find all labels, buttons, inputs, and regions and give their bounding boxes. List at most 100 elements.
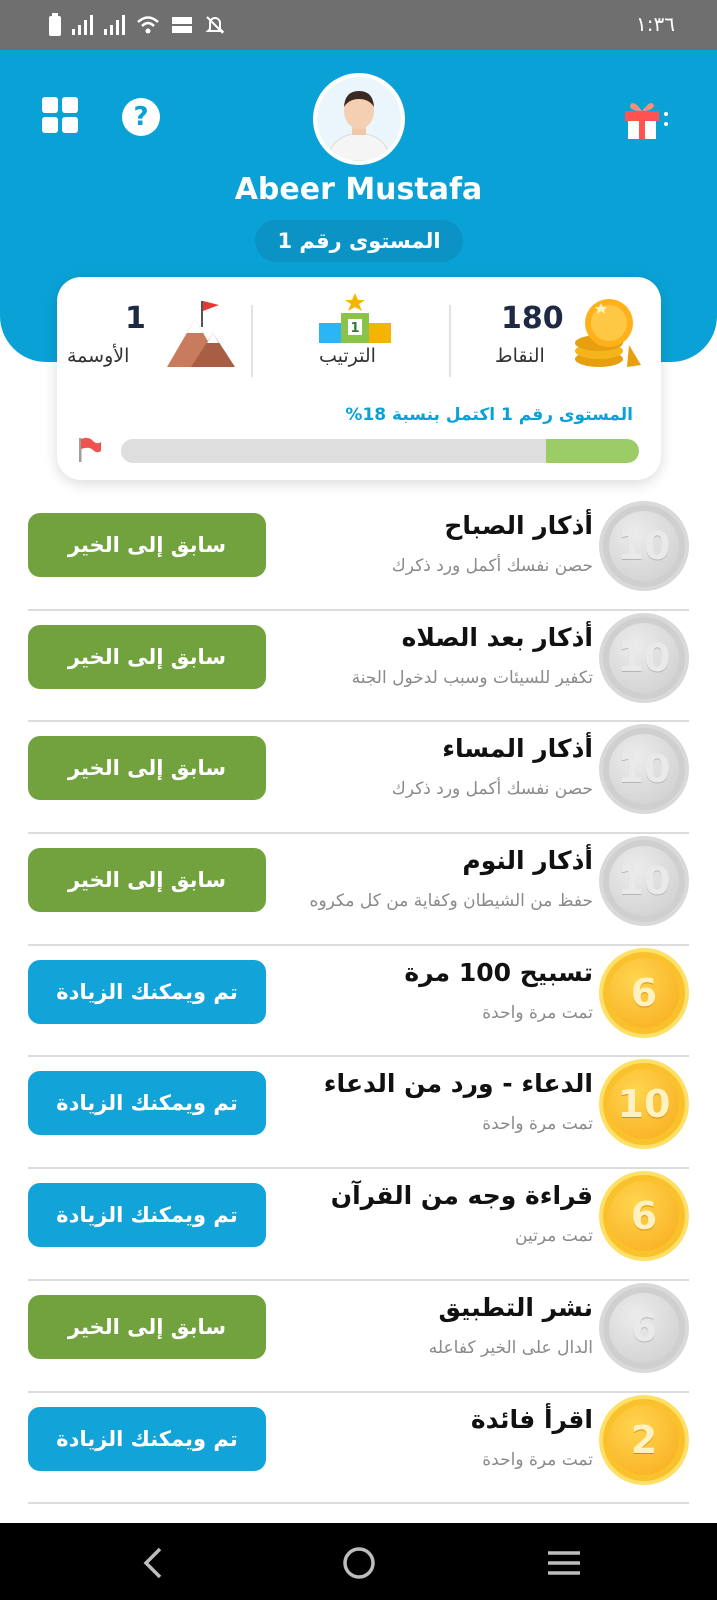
home-button[interactable]: [337, 1541, 381, 1585]
activity-row[interactable]: سابق إلى الخير أذكار النوم حفظ من الشيطان …: [28, 834, 689, 946]
activity-title: أذكار المساء: [442, 734, 593, 764]
activity-subtitle: تكفير للسيئات وسبب لدخول الجنة: [351, 667, 593, 688]
level-badge: المستوى رقم 1: [255, 220, 463, 262]
badges-value: 1: [125, 301, 146, 336]
start-good-deed-button[interactable]: سابق إلى الخير: [28, 1294, 266, 1359]
wifi-icon: [137, 16, 159, 34]
activity-points: 6: [630, 970, 658, 1015]
start-good-deed-button[interactable]: سابق إلى الخير: [28, 848, 266, 913]
activity-points: 2: [630, 1417, 658, 1462]
activity-title: اقرأ فائدة: [470, 1404, 593, 1434]
user-name: Abeer Mustafa: [234, 172, 483, 207]
activity-points: 10: [617, 635, 671, 680]
gift-icon: [625, 102, 668, 139]
points-coin-icon: 10: [599, 1059, 689, 1150]
activity-title: نشر التطبيق: [438, 1292, 593, 1322]
user-avatar-icon: [317, 77, 401, 161]
badges-label: الأوسمة: [67, 345, 130, 367]
activity-title: أذكار الصباح: [444, 511, 593, 540]
stats-card: 1 الأوسمة 1 الترتيب 180 النقاط المستوى ر…: [57, 277, 661, 480]
battery-icon: [49, 13, 61, 36]
gift-button[interactable]: [622, 96, 672, 140]
points-label: النقاط: [495, 345, 545, 367]
coins-icon: [575, 299, 641, 367]
activity-subtitle: تمت مرة واحدة: [482, 1114, 593, 1135]
mountain-flag-icon: [167, 301, 235, 367]
activity-row[interactable]: تم ويمكنك الزيادة تسبيح 100 مرة تمت مرة وا…: [28, 946, 689, 1058]
activity-subtitle: حصن نفسك أكمل ورد ذكرك: [391, 779, 593, 800]
activity-subtitle: تمت مرتين: [515, 1226, 593, 1247]
activity-title: تسبيح 100 مرة: [404, 957, 593, 987]
points-coin-icon: 2: [599, 1394, 689, 1485]
done-add-more-button[interactable]: تم ويمكنك الزيادة: [28, 1071, 266, 1136]
activity-subtitle: حصن نفسك أكمل ورد ذكرك: [391, 556, 593, 576]
activity-subtitle: تمت مرة واحدة: [482, 1002, 593, 1023]
signal-icon: [104, 15, 125, 35]
recents-button[interactable]: [542, 1541, 586, 1585]
stats-divider: [251, 305, 253, 377]
level-progress-fill: [545, 439, 639, 463]
rank-badge: 1: [350, 321, 360, 336]
start-good-deed-button[interactable]: سابق إلى الخير: [28, 624, 266, 689]
menu-lines-icon: [548, 1551, 580, 1575]
flag-icon: [79, 437, 101, 462]
points-coin-icon: 6: [599, 1171, 689, 1262]
mute-icon: [205, 16, 225, 34]
stats-divider: [449, 305, 451, 377]
points-coin-icon: 10: [599, 724, 689, 815]
app-screen: ١:٣٦ ? Abeer Mustafa المستوى رقم 1 1 الأ…: [0, 0, 717, 1600]
activity-title: أذكار بعد الصلاه: [401, 622, 593, 652]
done-add-more-button[interactable]: تم ويمكنك الزيادة: [28, 1406, 266, 1471]
points-coin-icon: 10: [599, 836, 689, 927]
start-good-deed-button[interactable]: سابق إلى الخير: [28, 736, 266, 801]
activity-row[interactable]: تم ويمكنك الزيادة قراءة وجه من القرآن تمت …: [28, 1169, 689, 1281]
help-button[interactable]: ?: [122, 98, 160, 136]
activity-subtitle: حفظ من الشيطان وكفاية من كل مكروه: [309, 891, 593, 912]
start-good-deed-button[interactable]: سابق إلى الخير: [28, 513, 266, 577]
activity-row[interactable]: تم ويمكنك الزيادة اقرأ فائدة تمت مرة واحدة…: [28, 1393, 689, 1505]
activity-points: 10: [617, 859, 671, 904]
grid-icon: [42, 97, 78, 133]
level-progress-bar: [121, 439, 639, 463]
rank-label: الترتيب: [319, 345, 376, 367]
activity-row[interactable]: سابق إلى الخير أذكار الصباح حصن نفسك أكمل …: [28, 499, 689, 611]
activity-points: 10: [617, 747, 671, 792]
activity-points: 10: [617, 524, 671, 568]
activity-list: سابق إلى الخير أذكار الصباح حصن نفسك أكمل …: [0, 499, 717, 1505]
podium-icon: [319, 293, 391, 343]
activity-points: 6: [630, 1305, 658, 1350]
activity-title: أذكار النوم: [462, 846, 593, 876]
status-time: ١:٣٦: [636, 12, 675, 36]
done-add-more-button[interactable]: تم ويمكنك الزيادة: [28, 1183, 266, 1248]
rank-stat[interactable]: 1 الترتيب: [269, 291, 443, 391]
home-icon: [343, 1547, 375, 1579]
done-add-more-button[interactable]: تم ويمكنك الزيادة: [28, 959, 266, 1024]
activity-row[interactable]: سابق إلى الخير أذكار بعد الصلاه تكفير للسي…: [28, 611, 689, 723]
points-coin-icon: 10: [599, 612, 689, 703]
activity-subtitle: تمت مرة واحدة: [482, 1449, 593, 1470]
points-value: 180: [501, 301, 564, 336]
activity-title: الدعاء - ورد من الدعاء: [323, 1069, 593, 1099]
status-icons: [48, 12, 226, 38]
back-icon: [143, 1547, 162, 1579]
grid-menu-button[interactable]: [42, 97, 80, 135]
question-icon: ?: [133, 102, 149, 132]
points-coin-icon: 10: [599, 501, 689, 591]
points-stat[interactable]: 180 النقاط: [467, 291, 653, 391]
activity-title: قراءة وجه من القرآن: [330, 1181, 593, 1211]
activity-points: 10: [617, 1082, 671, 1127]
activity-row[interactable]: سابق إلى الخير نشر التطبيق الدال على الخير…: [28, 1281, 689, 1393]
activity-subtitle: الدال على الخير كفاعله: [428, 1337, 593, 1358]
system-nav-bar: [0, 1523, 717, 1600]
activity-row[interactable]: تم ويمكنك الزيادة الدعاء - ورد من الدعاء ت…: [28, 1057, 689, 1170]
back-button[interactable]: [132, 1541, 176, 1585]
avatar[interactable]: [313, 73, 405, 165]
points-coin-icon: 6: [599, 947, 689, 1038]
points-coin-icon: 6: [599, 1282, 689, 1373]
level-progress-text: المستوى رقم 1 اكتمل بنسبة 18%: [345, 405, 633, 425]
status-bar: ١:٣٦: [0, 0, 717, 50]
signal-icon: [72, 15, 93, 35]
badges-stat[interactable]: 1 الأوسمة: [65, 291, 251, 391]
volte-icon: [172, 17, 192, 33]
activity-row[interactable]: سابق إلى الخير أذكار المساء حصن نفسك أكمل …: [28, 722, 689, 835]
